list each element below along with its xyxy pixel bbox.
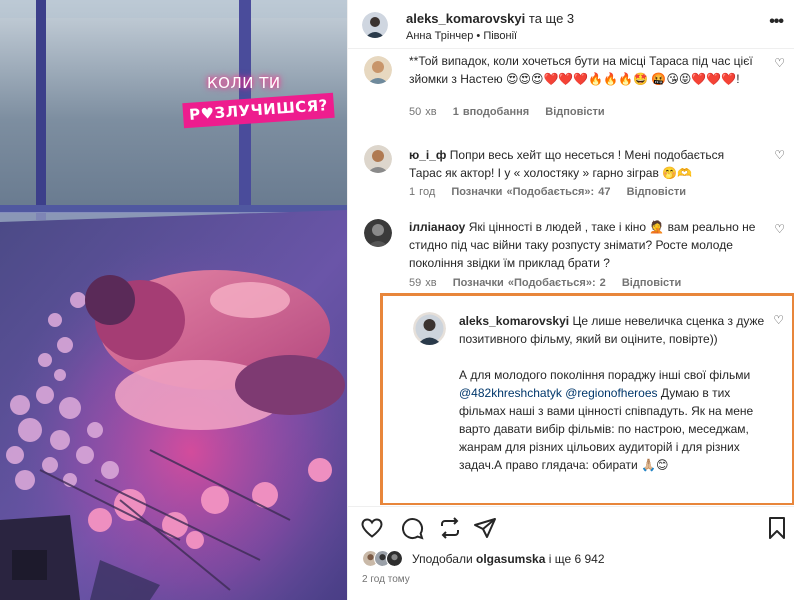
comment-time: 59 хв	[409, 277, 437, 289]
commenter-avatar[interactable]	[364, 56, 392, 84]
reply-body: aleks_komarovskyi Це лише невеличка сцен…	[459, 312, 779, 474]
comments-list: **Той випадок, коли хочеться бути на міс…	[348, 50, 794, 505]
post-view: КОЛИ ТИ Р♥ЗЛУЧИШСЯ? aleks_komarovskyi та…	[0, 0, 794, 600]
likes-summary[interactable]: Уподобали olgasumska і ще 6 942	[362, 549, 782, 569]
more-options-icon[interactable]: •••	[769, 13, 784, 31]
comment-icon[interactable]	[400, 516, 424, 540]
action-bar	[348, 506, 794, 544]
author-line: aleks_komarovskyi та ще 3	[406, 11, 574, 26]
reply-button[interactable]: Відповісти	[627, 186, 686, 198]
heart-icon[interactable]	[360, 516, 384, 540]
bookmark-icon[interactable]	[765, 516, 789, 540]
comment-likes[interactable]: Позначки «Подобається»: 2	[453, 277, 606, 289]
comment-meta: 50 хв 1 вподобання Відповісти	[409, 106, 617, 118]
commenter-avatar[interactable]	[364, 219, 392, 247]
comment-time: 50 хв	[409, 106, 437, 118]
likes-text: Уподобали olgasumska і ще 6 942	[412, 552, 605, 566]
reply-button[interactable]: Відповісти	[545, 106, 604, 118]
like-comment-icon[interactable]: ♡	[774, 148, 785, 162]
author-avatar[interactable]	[362, 12, 388, 38]
post-panel: aleks_komarovskyi та ще 3 Анна Трінчер •…	[347, 0, 794, 600]
comment-body: ю_і_ф Попри весь хейт що несеться ! Мені…	[409, 146, 759, 182]
reply-paragraph-2: А для молодого покоління пораджу інші св…	[459, 366, 779, 474]
share-icon[interactable]	[438, 516, 462, 540]
sticker-line-2: Р♥ЗЛУЧИШСЯ?	[182, 92, 335, 129]
reply-username[interactable]: aleks_komarovskyi	[459, 314, 569, 328]
likes-user[interactable]: olgasumska	[476, 552, 545, 566]
like-comment-icon[interactable]: ♡	[774, 56, 785, 70]
like-comment-icon[interactable]: ♡	[774, 222, 785, 236]
highlighted-reply: aleks_komarovskyi Це лише невеличка сцен…	[380, 293, 794, 505]
author-username[interactable]: aleks_komarovskyi	[406, 11, 525, 26]
reply-button[interactable]: Відповісти	[622, 277, 681, 289]
likes-rest[interactable]: і ще 6 942	[549, 552, 605, 566]
reply-paragraph-1: aleks_komarovskyi Це лише невеличка сцен…	[459, 312, 779, 348]
comment-meta: 1 год Позначки «Подобається»: 47 Відпові…	[409, 186, 698, 198]
comment-text: **Той випадок, коли хочеться бути на міс…	[409, 54, 753, 86]
comment-username[interactable]: ю_і_ф	[409, 148, 446, 162]
comment-meta: 59 хв Позначки «Подобається»: 2 Відповіс…	[409, 277, 693, 289]
reply-text-2: А для молодого покоління пораджу інші св…	[459, 368, 751, 382]
post-header: aleks_komarovskyi та ще 3 Анна Трінчер •…	[348, 0, 794, 49]
comment-username[interactable]: ілліанаоу	[409, 220, 465, 234]
liker-avatar	[386, 550, 403, 567]
sticker-line-1: КОЛИ ТИ	[207, 74, 281, 92]
comment-text: Попри весь хейт що несеться ! Мені подоб…	[409, 148, 725, 180]
reply-author-avatar[interactable]	[413, 312, 446, 345]
likes-prefix: Уподобали	[412, 552, 473, 566]
comment-likes[interactable]: 1 вподобання	[453, 106, 529, 118]
mention-link-482khreshchatyk[interactable]: @482khreshchatyk	[459, 386, 562, 400]
story-sticker: КОЛИ ТИ Р♥ЗЛУЧИШСЯ?	[180, 68, 335, 138]
commenter-avatar[interactable]	[364, 145, 392, 173]
comment-likes[interactable]: Позначки «Подобається»: 47	[451, 186, 610, 198]
mention-link-regionofheroes[interactable]: @regionofheroes	[565, 386, 657, 400]
like-reply-icon[interactable]: ♡	[773, 313, 784, 327]
send-icon[interactable]	[473, 516, 497, 540]
audio-label[interactable]: Анна Трінчер • Півонії	[406, 30, 517, 42]
comment-time: 1 год	[409, 186, 436, 198]
post-timestamp[interactable]: 2 год тому	[362, 574, 410, 585]
post-image[interactable]: КОЛИ ТИ Р♥ЗЛУЧИШСЯ?	[0, 0, 347, 600]
coauthors-label[interactable]: та ще 3	[529, 11, 574, 26]
comment-body: ілліанаоу Які цінності в людей , таке і …	[409, 218, 759, 272]
